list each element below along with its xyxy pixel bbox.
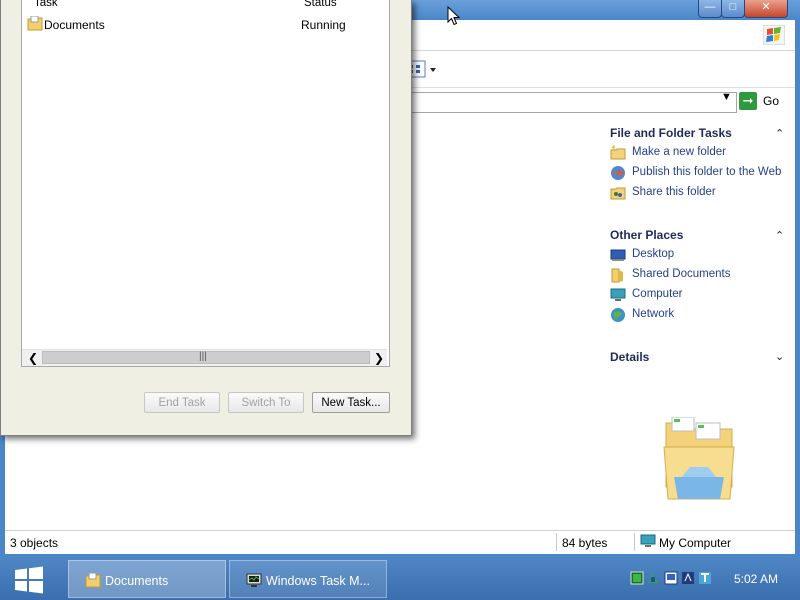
taskbar: Documents Windows Task M... 5:02 AM — [0, 558, 800, 600]
taskbar-button-task-manager[interactable]: Windows Task M... — [229, 560, 387, 598]
tray-network-icon[interactable] — [646, 571, 660, 585]
go-arrow-icon: ➞ — [739, 92, 757, 110]
place-label: Computer — [632, 288, 683, 300]
details-header[interactable]: Details — [610, 350, 649, 364]
task-label: Make a new folder — [632, 146, 726, 158]
windows-flag-icon — [763, 25, 785, 45]
status-location: My Computer — [659, 536, 732, 550]
mouse-cursor-icon — [447, 6, 461, 26]
scrollbar-thumb[interactable]: ||| — [42, 351, 370, 364]
task-label: Publish this folder to the Web — [632, 166, 782, 178]
switch-to-button[interactable]: Switch To — [228, 392, 304, 413]
other-places-header[interactable]: Other Places — [610, 228, 683, 242]
documents-folder-icon — [27, 16, 43, 31]
taskbar-button-label: Windows Task M... — [266, 574, 370, 588]
taskbar-button-label: Documents — [105, 574, 169, 588]
column-header-status[interactable]: Status — [304, 0, 337, 9]
status-bar: 3 objects 84 bytes My Computer — [5, 530, 795, 554]
place-label: Network — [632, 308, 675, 320]
folder-icon — [663, 417, 735, 500]
task-list: Task Status Documents Running ❮ ||| ❯ — [21, 0, 390, 367]
status-divider — [556, 533, 557, 551]
go-label: Go — [763, 94, 780, 108]
tray-app-icon[interactable] — [681, 571, 695, 585]
task-manager-icon — [246, 573, 262, 587]
publish-web-icon — [611, 166, 625, 180]
end-task-button[interactable]: End Task — [144, 392, 220, 413]
computer-icon — [610, 288, 626, 301]
address-input[interactable] — [405, 92, 737, 113]
computer-icon — [640, 534, 656, 547]
tray-monitor-icon[interactable] — [664, 571, 678, 585]
chevron-up-icon[interactable]: ⌃ — [775, 229, 784, 242]
status-size: 84 bytes — [562, 536, 608, 550]
go-button[interactable]: ➞ Go — [739, 92, 783, 112]
start-button[interactable] — [14, 566, 44, 594]
file-folder-tasks-header[interactable]: File and Folder Tasks — [610, 126, 732, 140]
taskbar-button-documents[interactable]: Documents — [68, 560, 226, 598]
close-button[interactable]: ✕ — [744, 0, 788, 18]
table-row[interactable]: Documents Running — [22, 15, 387, 33]
grip-icon: ||| — [199, 351, 207, 362]
desktop-icon — [610, 249, 626, 261]
new-folder-icon — [610, 145, 626, 160]
place-label: Desktop — [632, 248, 675, 260]
place-label: Shared Documents — [632, 268, 731, 280]
status-object-count: 3 objects — [10, 536, 59, 550]
maximize-button[interactable]: □ — [721, 0, 745, 18]
chevron-down-icon[interactable]: ⌄ — [775, 350, 784, 363]
share-folder-icon — [610, 187, 626, 200]
tray-green-icon[interactable] — [630, 571, 644, 585]
task-manager-window: Task Status Documents Running ❮ ||| ❯ En… — [0, 0, 412, 436]
tray-tools-icon[interactable] — [698, 571, 712, 585]
scroll-left-icon[interactable]: ❮ — [26, 351, 40, 365]
scroll-right-icon[interactable]: ❯ — [372, 351, 386, 365]
chevron-up-icon[interactable]: ⌃ — [775, 127, 784, 140]
network-icon — [611, 308, 625, 322]
horizontal-scrollbar[interactable]: ❮ ||| ❯ — [22, 349, 387, 366]
task-label: Share this folder — [632, 186, 716, 198]
status-divider — [634, 533, 635, 551]
column-header-task[interactable]: Task — [34, 0, 58, 9]
task-status: Running — [301, 18, 346, 32]
documents-folder-icon — [85, 573, 101, 588]
folder-icon — [611, 268, 623, 283]
new-task-button[interactable]: New Task... — [312, 392, 390, 413]
minimize-button[interactable]: — — [698, 0, 722, 18]
chevron-down-icon[interactable]: ▼ — [721, 91, 732, 103]
task-name: Documents — [44, 18, 105, 32]
clock[interactable]: 5:02 AM — [734, 572, 778, 586]
